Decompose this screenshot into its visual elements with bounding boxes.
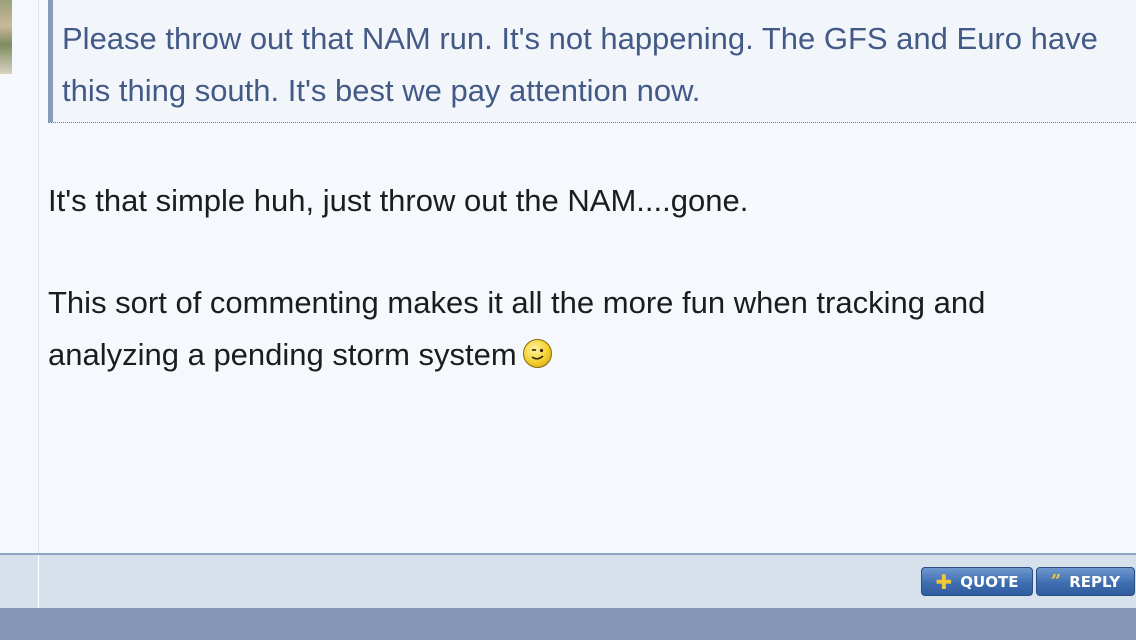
quote-button[interactable]: ✚ QUOTE: [921, 567, 1033, 596]
quote-button-label: QUOTE: [960, 572, 1019, 591]
post-body: Please throw out that NAM run. It's not …: [40, 0, 1136, 553]
wink-smiley-icon: [522, 339, 552, 369]
reply-button[interactable]: ” REPLY: [1036, 567, 1135, 596]
post-author-column: [0, 0, 39, 608]
message-paragraph: It's that simple huh, just throw out the…: [48, 175, 1096, 227]
message-content: It's that simple huh, just throw out the…: [48, 175, 1096, 431]
reply-button-label: REPLY: [1069, 572, 1121, 591]
footer-divider: [38, 555, 39, 610]
bottom-strip: [0, 608, 1136, 640]
avatar[interactable]: [0, 0, 12, 74]
plus-icon: ✚: [935, 569, 953, 594]
message-paragraph-text: This sort of commenting makes it all the…: [48, 285, 986, 372]
post-footer: ✚ QUOTE ” REPLY: [0, 553, 1136, 610]
quoted-message: Please throw out that NAM run. It's not …: [48, 0, 1136, 123]
quote-marks-icon: ”: [1050, 570, 1062, 592]
message-paragraph-text: It's that simple huh, just throw out the…: [48, 183, 749, 218]
message-paragraph: This sort of commenting makes it all the…: [48, 277, 1096, 381]
quote-text: Please throw out that NAM run. It's not …: [62, 21, 1098, 108]
